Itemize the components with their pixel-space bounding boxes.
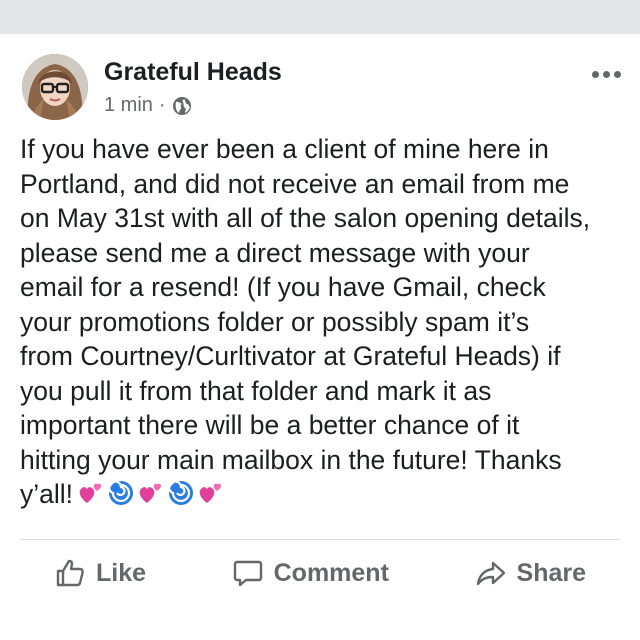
post-header: Grateful Heads 1 min · xyxy=(22,54,622,124)
share-arrow-icon xyxy=(476,561,505,586)
comment-button[interactable]: Comment xyxy=(198,557,423,589)
avatar-image xyxy=(22,54,88,120)
cyclone-emoji xyxy=(167,480,194,505)
like-button[interactable]: Like xyxy=(20,557,180,589)
meta-separator: · xyxy=(158,94,166,116)
more-options-icon[interactable] xyxy=(586,64,626,84)
globe-icon[interactable] xyxy=(172,96,192,116)
two-hearts-emoji xyxy=(139,483,162,503)
comment-bubble-icon xyxy=(233,560,262,587)
post-text: If you have ever been a client of mine h… xyxy=(20,134,591,509)
action-bar: Like Comment Share xyxy=(20,548,620,598)
more-dot xyxy=(591,70,599,78)
more-dot xyxy=(602,70,610,78)
top-separator-strip xyxy=(0,0,640,34)
emoji-row xyxy=(77,479,225,507)
share-label: Share xyxy=(516,558,586,587)
share-button[interactable]: Share xyxy=(441,557,620,589)
two-hearts-emoji xyxy=(79,483,102,503)
action-divider xyxy=(20,539,620,540)
cyclone-emoji xyxy=(107,480,134,505)
post-body: If you have ever been a client of mine h… xyxy=(20,132,628,512)
like-label: Like xyxy=(96,558,147,587)
more-dot xyxy=(613,70,621,78)
thumbs-up-icon xyxy=(56,559,84,587)
two-hearts-emoji xyxy=(199,483,222,503)
post-timestamp[interactable]: 1 min xyxy=(104,94,153,117)
comment-label: Comment xyxy=(273,558,389,587)
post-meta: 1 min · xyxy=(104,94,192,117)
author-name[interactable]: Grateful Heads xyxy=(104,58,282,87)
avatar[interactable] xyxy=(22,54,88,120)
post-card: Grateful Heads 1 min · If you have ever … xyxy=(0,34,640,640)
